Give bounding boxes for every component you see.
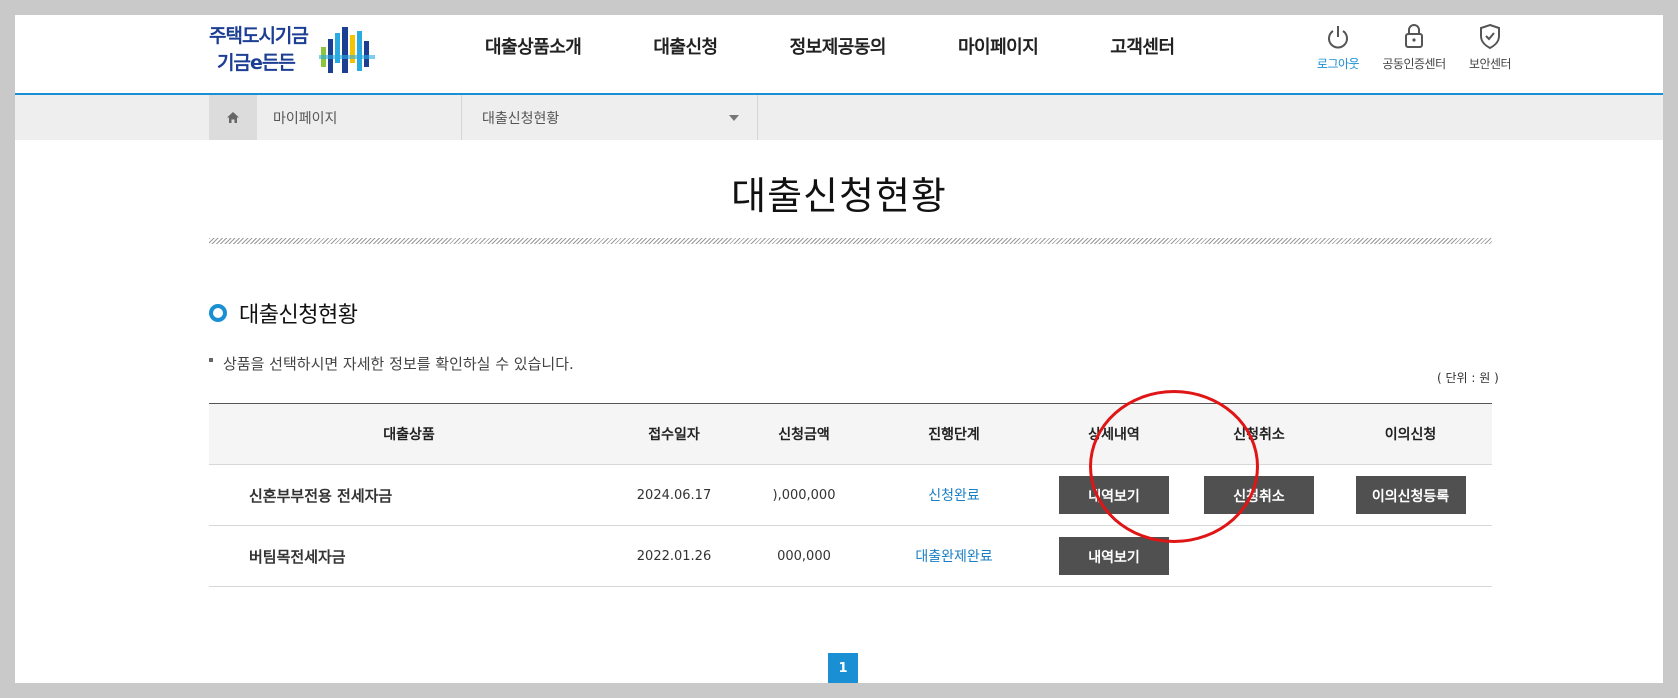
info-note: 상품을 선택하시면 자세한 정보를 확인하실 수 있습니다. (209, 353, 574, 374)
row-date: 2024.06.17 (609, 464, 739, 526)
nav-info-consent[interactable]: 정보제공동의 (790, 33, 887, 59)
breadcrumb-current-label: 대출신청현황 (482, 110, 560, 127)
view-detail-button[interactable]: 내역보기 (1059, 537, 1169, 575)
header-detail: 상세내역 (1039, 403, 1189, 465)
row-appeal-cell (1329, 525, 1492, 587)
utility-menu: 로그아웃 공동인증센터 보안센터 (1300, 21, 1528, 72)
cert-center-button[interactable]: 공동인증센터 (1376, 21, 1452, 72)
row-product[interactable]: 신혼부부전용 전세자금 (209, 464, 609, 526)
row-detail-cell: 내역보기 (1039, 464, 1189, 526)
row-cancel-cell: 신청취소 (1189, 464, 1329, 526)
page: 주택도시기금 기금e든든 대출상품소개 대출신청 정보제공동의 마이페이지 고객… (15, 15, 1663, 683)
title-divider (209, 238, 1492, 244)
chevron-down-icon (729, 115, 739, 121)
section-title: 대출신청현황 (209, 297, 358, 329)
header-status: 진행단계 (869, 403, 1039, 465)
page-title: 대출신청현황 (731, 174, 947, 218)
breadcrumb-dropdown[interactable]: 대출신청현황 (462, 95, 758, 140)
logout-label: 로그아웃 (1316, 57, 1360, 71)
logo-text-top: 주택도시기금 (209, 25, 309, 47)
header-amount: 신청금액 (739, 403, 869, 465)
home-button[interactable] (209, 95, 257, 140)
row-cancel-cell (1189, 525, 1329, 587)
register-appeal-button[interactable]: 이의신청등록 (1355, 476, 1466, 514)
nav-customer-center[interactable]: 고객센터 (1110, 33, 1175, 59)
shield-icon (1480, 23, 1500, 50)
header-appeal: 이의신청 (1329, 403, 1492, 465)
header-cancel: 신청취소 (1189, 403, 1329, 465)
logout-button[interactable]: 로그아웃 (1300, 21, 1376, 72)
row-date: 2022.01.26 (609, 525, 739, 587)
row-status: 신청완료 (869, 464, 1039, 526)
row-product[interactable]: 버팀목전세자금 (209, 525, 609, 587)
row-amount: 000,000 (739, 525, 869, 587)
square-bullet-icon (209, 357, 213, 362)
row-amount: ),000,000 (739, 464, 869, 526)
info-note-text: 상품을 선택하시면 자세한 정보를 확인하실 수 있습니다. (223, 355, 574, 373)
header: 주택도시기금 기금e든든 대출상품소개 대출신청 정보제공동의 마이페이지 고객… (15, 15, 1663, 93)
header-product: 대출상품 (209, 403, 609, 465)
row-detail-cell: 내역보기 (1039, 525, 1189, 587)
logo-mark-icon (319, 27, 375, 73)
nav-loan-products[interactable]: 대출상품소개 (485, 33, 582, 59)
main-nav: 대출상품소개 대출신청 정보제공동의 마이페이지 고객센터 (485, 33, 1247, 59)
table-header-row: 대출상품 접수일자 신청금액 진행단계 상세내역 신청취소 이의신청 (209, 403, 1492, 465)
security-center-label: 보안센터 (1468, 57, 1512, 71)
view-detail-button[interactable]: 내역보기 (1059, 476, 1169, 514)
unit-label: ( 단위 : 원 ) (1437, 371, 1499, 385)
pagination-page-button[interactable]: 1 (828, 653, 858, 683)
row-status: 대출완제완료 (869, 525, 1039, 587)
table-row[interactable]: 신혼부부전용 전세자금 2024.06.17 ),000,000 신청완료 내역… (209, 464, 1492, 526)
home-icon (227, 112, 239, 123)
nav-loan-apply[interactable]: 대출신청 (653, 33, 718, 59)
security-center-button[interactable]: 보안센터 (1452, 21, 1528, 72)
cert-center-label: 공동인증센터 (1382, 57, 1446, 71)
cancel-application-button[interactable]: 신청취소 (1204, 476, 1314, 514)
header-date: 접수일자 (609, 403, 739, 465)
table-row[interactable]: 버팀목전세자금 2022.01.26 000,000 대출완제완료 내역보기 (209, 525, 1492, 587)
loan-application-table: 대출상품 접수일자 신청금액 진행단계 상세내역 신청취소 이의신청 신혼부부전… (209, 403, 1492, 587)
breadcrumb: 마이페이지 대출신청현황 (15, 95, 1663, 140)
power-icon (1328, 26, 1348, 49)
logo[interactable]: 주택도시기금 기금e든든 (209, 21, 379, 79)
section-title-text: 대출신청현황 (239, 303, 358, 328)
breadcrumb-mypage[interactable]: 마이페이지 (257, 95, 462, 140)
row-appeal-cell: 이의신청등록 (1329, 464, 1492, 526)
logo-text-bottom: 기금e든든 (217, 52, 296, 74)
circle-bullet-icon (209, 304, 227, 322)
lock-icon (1405, 24, 1423, 48)
nav-mypage[interactable]: 마이페이지 (958, 33, 1039, 59)
